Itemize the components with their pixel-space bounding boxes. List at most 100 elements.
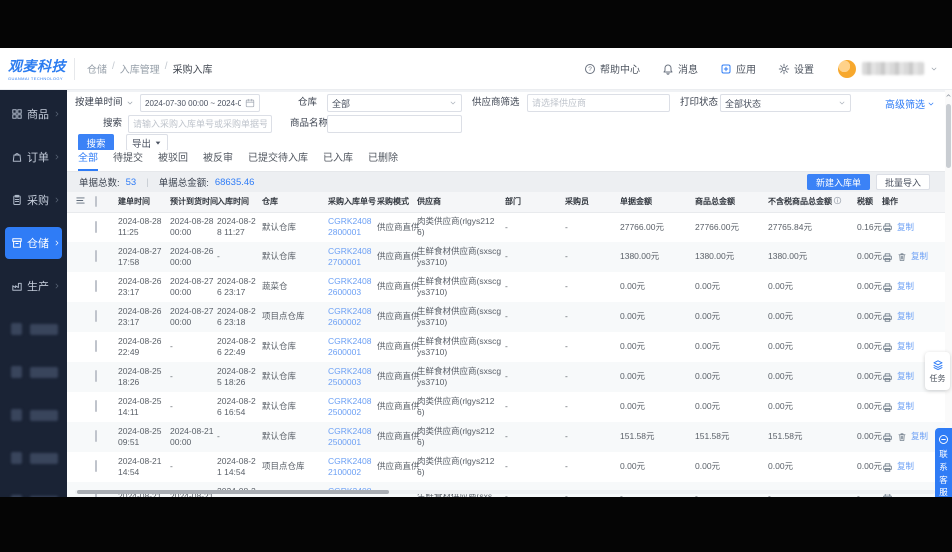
order-number-link[interactable]: CGRK24082800001 (328, 216, 371, 237)
copy-link[interactable]: 复制 (897, 341, 914, 352)
warehouse-select[interactable]: 全部 (327, 94, 462, 112)
header-action-应用[interactable]: 应用 (720, 61, 756, 76)
cell-goods_amount: 27766.00元 (695, 212, 768, 242)
cell-supplier: 生鲜食材供应商(sxscgys3710) (417, 362, 505, 392)
horizontal-scrollbar-thumb[interactable] (77, 490, 389, 494)
supplier-input[interactable] (532, 98, 665, 108)
cell-inbound: 2024-08-26 23:18 (217, 302, 262, 332)
breadcrumb-item[interactable]: 仓储 (87, 61, 107, 76)
product-name-input[interactable] (332, 119, 457, 129)
cell-order_no: CGRK24082700001 (328, 242, 377, 272)
tab-待提交[interactable]: 待提交 (113, 149, 143, 171)
time-type-label: 按建单时间 (75, 94, 123, 112)
sidebar-item-redacted[interactable] (5, 442, 62, 474)
copy-link[interactable]: 复制 (897, 401, 914, 412)
cell-expected: - (170, 362, 217, 392)
breadcrumb-item[interactable]: 入库管理 (120, 61, 160, 76)
search-input[interactable] (133, 119, 267, 129)
cell-amount: 0.00元 (620, 272, 695, 302)
sidebar-item-redacted[interactable] (5, 485, 62, 497)
sidebar-item-redacted[interactable] (5, 313, 62, 345)
row-checkbox[interactable] (95, 280, 97, 292)
row-checkbox[interactable] (95, 221, 97, 233)
row-checkbox[interactable] (95, 250, 97, 262)
vertical-scrollbar-thumb[interactable] (946, 104, 951, 168)
row-checkbox[interactable] (95, 400, 97, 412)
copy-link[interactable]: 复制 (897, 222, 914, 233)
row-check-cell (95, 332, 118, 362)
copy-link[interactable]: 复制 (911, 431, 928, 442)
copy-link[interactable]: 复制 (897, 371, 914, 382)
cell-mode: 供应商直供 (377, 362, 417, 392)
copy-link[interactable]: 复制 (897, 461, 914, 472)
cell-tax: 0.00元 (857, 362, 882, 392)
order-number-link[interactable]: CGRK24082500001 (328, 426, 371, 447)
cell-actions: 复制 (882, 302, 945, 332)
cell-warehouse: 默认仓库 (262, 422, 328, 452)
tab-被驳回[interactable]: 被驳回 (158, 149, 188, 171)
user-account[interactable] (838, 60, 938, 78)
cell-tax: 0.00元 (857, 302, 882, 332)
cell-buyer: - (565, 362, 620, 392)
order-number-link[interactable]: CGRK24082600001 (328, 336, 371, 357)
print-status-select[interactable]: 全部状态 (720, 94, 851, 112)
order-number-link[interactable]: CGRK24082500002 (328, 396, 371, 417)
brand-logo[interactable]: 观麦科技 GUANMAI TECHNOLOGY (0, 56, 70, 81)
order-number-link[interactable]: CGRK24082600002 (328, 306, 371, 327)
cell-inbound: 2024-08-26 23:17 (217, 272, 262, 302)
tab-已入库[interactable]: 已入库 (323, 149, 353, 171)
tab-被反审[interactable]: 被反审 (203, 149, 233, 171)
time-type-select[interactable]: 按建单时间 (75, 94, 134, 112)
copy-link[interactable]: 复制 (897, 311, 914, 322)
order-number-link[interactable]: CGRK24082600003 (328, 276, 371, 297)
cell-notax_amount: 151.58元 (768, 422, 857, 452)
chevron-right-icon (53, 196, 61, 204)
bell-icon (662, 63, 674, 75)
column-header-部门: 部门 (505, 192, 565, 212)
contact-service-button[interactable]: 联系客服 (935, 428, 952, 497)
doc-amount-label: 单据总金额: (159, 175, 209, 189)
header-action-label: 消息 (678, 61, 698, 76)
row-actions: 复制 (882, 281, 942, 292)
header-action-消息[interactable]: 消息 (662, 61, 698, 76)
scroll-up-arrow-icon[interactable] (945, 92, 952, 99)
create-inbound-button[interactable]: 新建入库单 (807, 174, 870, 190)
sidebar-item-redacted[interactable] (5, 399, 62, 431)
columns-icon[interactable] (67, 195, 86, 206)
redacted-label (30, 410, 58, 421)
order-number-link[interactable]: CGRK24082500003 (328, 366, 371, 387)
avatar (838, 60, 856, 78)
advanced-filter-toggle[interactable]: 高级筛选 (885, 96, 935, 111)
row-check-cell (95, 422, 118, 452)
date-range-input[interactable]: 2024-07-30 00:00 ~ 2024-08-28 24:00 (140, 94, 260, 112)
sidebar-item-采购[interactable]: 采购 (5, 184, 62, 216)
tab-已删除[interactable]: 已删除 (368, 149, 398, 171)
sidebar-item-redacted[interactable] (5, 356, 62, 388)
cell-dept: - (505, 392, 565, 422)
header-action-设置[interactable]: 设置 (778, 61, 814, 76)
sidebar-item-仓储[interactable]: 仓储 (5, 227, 62, 259)
cell-supplier: 肉类供应商(rlgys2126) (417, 452, 505, 482)
cell-tax: 0.16元 (857, 212, 882, 242)
row-checkbox[interactable] (95, 370, 97, 382)
select-all-checkbox[interactable] (95, 196, 97, 207)
tab-全部[interactable]: 全部 (78, 149, 98, 171)
task-float-button[interactable]: 任务 (925, 352, 950, 390)
copy-link[interactable]: 复制 (897, 281, 914, 292)
sidebar-item-订单[interactable]: 订单 (5, 141, 62, 173)
order-number-link[interactable]: CGRK24082100002 (328, 456, 371, 477)
sidebar-item-商品[interactable]: 商品 (5, 98, 62, 130)
sidebar-item-生产[interactable]: 生产 (5, 270, 62, 302)
row-checkbox[interactable] (95, 310, 97, 322)
batch-import-button[interactable]: 批量导入 (876, 174, 930, 190)
row-checkbox[interactable] (95, 460, 97, 472)
cell-notax_amount: 0.00元 (768, 392, 857, 422)
row-checkbox[interactable] (95, 430, 97, 442)
redacted-label (30, 453, 58, 464)
row-checkbox[interactable] (95, 340, 97, 352)
copy-link[interactable]: 复制 (911, 251, 928, 262)
order-number-link[interactable]: CGRK24082700001 (328, 246, 371, 267)
row-actions: 复制 (882, 461, 942, 472)
header-action-帮助中心[interactable]: ?帮助中心 (584, 61, 640, 76)
tab-已提交待入库[interactable]: 已提交待入库 (248, 149, 308, 171)
